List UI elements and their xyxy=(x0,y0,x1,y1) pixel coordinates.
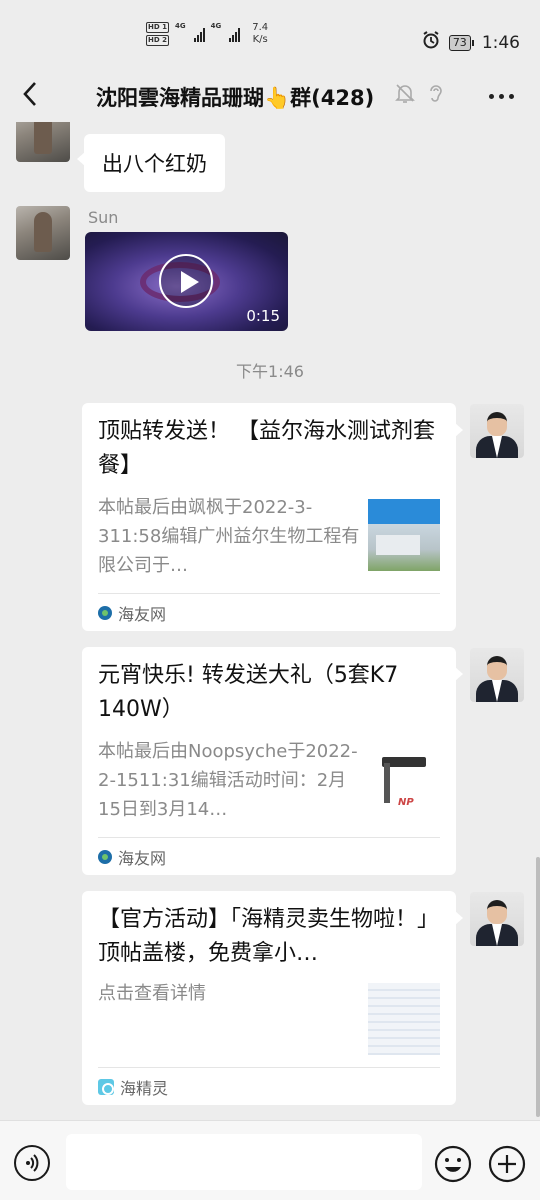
more-options-button[interactable] xyxy=(486,84,516,108)
chat-header: 沈阳雲海精品珊瑚👆群(428) xyxy=(0,70,540,122)
message-text: 出八个红奶 xyxy=(102,152,207,176)
card-divider xyxy=(98,1067,440,1068)
haiyou-logo-icon xyxy=(98,850,112,864)
card-source: 海友网 xyxy=(98,601,166,625)
clock: 1:46 xyxy=(481,32,520,53)
thumb-logo-text: NP xyxy=(398,797,414,808)
card-source-name: 海友网 xyxy=(118,605,167,624)
scrollbar[interactable] xyxy=(536,857,540,1117)
card-source: 海精灵 xyxy=(98,1075,168,1099)
bell-off-icon xyxy=(394,82,416,108)
more-dots-icon xyxy=(488,93,494,99)
chat-title: 沈阳雲海精品珊瑚👆群(428) xyxy=(96,86,375,110)
voice-button[interactable] xyxy=(14,1145,50,1181)
video-message[interactable]: 0:15 xyxy=(85,232,288,331)
network-type-1: 4G xyxy=(174,22,186,30)
card-source-name: 海精灵 xyxy=(120,1079,169,1098)
battery-level: 73 xyxy=(448,34,471,51)
haijingling-logo-icon xyxy=(98,1079,114,1095)
message-input[interactable] xyxy=(66,1134,422,1190)
chat-messages[interactable]: 出八个红奶 Sun 0:15 下午1:46 顶贴转发送！ 【益尔海水测试剂套餐】… xyxy=(0,122,540,1120)
hd2-badge: HD 2 xyxy=(146,35,169,46)
emoji-button[interactable] xyxy=(434,1145,472,1183)
sender-avatar[interactable] xyxy=(16,122,70,162)
haiyou-logo-icon xyxy=(98,606,112,620)
card-title: 元宵快乐! 转发送大礼（5套K7 140W） xyxy=(98,663,399,722)
link-card[interactable]: 元宵快乐! 转发送大礼（5套K7 140W） 本帖最后由Noopsyche于20… xyxy=(82,647,463,875)
signal-icon-1 xyxy=(193,26,205,42)
status-left: HD 1 HD 2 4G 4G 7.4 K/s xyxy=(146,22,268,46)
sender-avatar[interactable] xyxy=(16,206,70,260)
hd-indicators: HD 1 HD 2 xyxy=(146,22,169,46)
card-thumbnail: NP xyxy=(368,743,440,815)
sender-name: Sun xyxy=(88,208,119,227)
back-button[interactable] xyxy=(14,80,46,112)
card-thumbnail xyxy=(368,499,440,571)
status-right: 73 1:46 xyxy=(421,30,520,55)
card-source-name: 海友网 xyxy=(118,849,167,868)
input-bar xyxy=(0,1120,540,1200)
status-bar: HD 1 HD 2 4G 4G 7.4 K/s 73 1:46 xyxy=(0,0,540,70)
sender-avatar[interactable] xyxy=(470,648,524,702)
ear-icon xyxy=(426,82,446,108)
card-title: 顶贴转发送！ 【益尔海水测试剂套餐】 xyxy=(98,419,435,478)
signal-icon-2 xyxy=(229,26,241,42)
video-duration: 0:15 xyxy=(246,307,280,325)
hd1-badge: HD 1 xyxy=(146,22,169,33)
speed-unit: K/s xyxy=(252,34,268,45)
plus-icon xyxy=(488,1145,526,1187)
time-separator: 下午1:46 xyxy=(236,362,304,381)
more-functions-button[interactable] xyxy=(488,1145,526,1183)
sender-avatar[interactable] xyxy=(470,404,524,458)
link-card[interactable]: 顶贴转发送！ 【益尔海水测试剂套餐】 本帖最后由飒枫于2022-3-311:58… xyxy=(82,403,463,631)
network-type-2: 4G xyxy=(210,22,222,30)
card-divider xyxy=(98,593,440,594)
sender-avatar[interactable] xyxy=(470,892,524,946)
chevron-left-icon xyxy=(22,81,38,111)
text-message-bubble[interactable]: 出八个红奶 xyxy=(77,134,225,192)
speed-value: 7.4 xyxy=(252,22,269,33)
voice-icon xyxy=(16,1154,48,1183)
card-title: 【官方活动】「海精灵卖生物啦！」顶帖盖楼，免费拿小… xyxy=(98,907,440,966)
link-card[interactable]: 【官方活动】「海精灵卖生物啦！」顶帖盖楼，免费拿小… 点击查看详情 海精灵 xyxy=(82,891,463,1105)
card-divider xyxy=(98,837,440,838)
card-thumbnail xyxy=(368,983,440,1055)
network-speed: 7.4 K/s xyxy=(252,22,268,46)
battery-icon: 73 xyxy=(448,34,474,51)
header-status-icons xyxy=(394,82,446,108)
card-description: 点击查看详情 xyxy=(98,983,206,1004)
alarm-icon xyxy=(421,30,441,55)
play-icon[interactable] xyxy=(159,254,213,308)
card-source: 海友网 xyxy=(98,845,166,869)
card-description: 本帖最后由飒枫于2022-3-311:58编辑广州益尔生物工程有限公司于… xyxy=(98,497,360,576)
card-description: 本帖最后由Noopsyche于2022-2-1511:31编辑活动时间：2月15… xyxy=(98,741,358,820)
emoji-icon xyxy=(434,1145,472,1187)
